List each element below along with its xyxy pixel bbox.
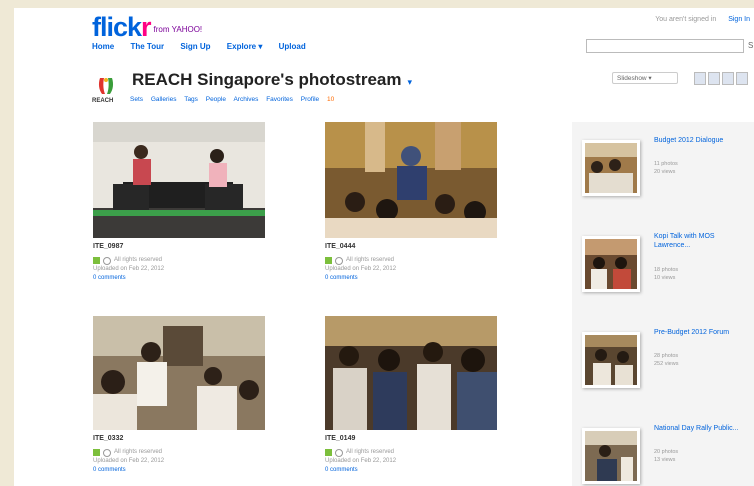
copyright-icon <box>103 448 111 457</box>
subnav-tags[interactable]: Tags <box>184 96 198 103</box>
top-links: You aren't signed in Sign In <box>655 16 750 23</box>
nav-explore[interactable]: Explore ▾ <box>227 42 263 51</box>
copyright-icon <box>335 256 343 265</box>
set-photo-count: 20 photos <box>654 449 679 455</box>
set-item[interactable]: Pre-Budget 2012 Forum 28 photos 252 view… <box>582 324 752 394</box>
license-icon <box>93 449 100 456</box>
set-title[interactable]: Budget 2012 Dialogue <box>654 136 750 145</box>
set-thumbnail[interactable] <box>582 428 640 484</box>
sign-in-link[interactable]: Sign In <box>728 16 750 23</box>
set-item[interactable]: Budget 2012 Dialogue 11 photos 20 views <box>582 132 752 202</box>
photo-title[interactable]: ITE_0149 <box>325 435 497 442</box>
more-share-icon[interactable] <box>736 72 748 85</box>
comments-link[interactable]: 0 comments <box>325 467 358 473</box>
upload-date: Uploaded on Feb 22, 2012 <box>325 458 397 464</box>
slideshow-button[interactable]: Slideshow ▾ <box>612 72 678 84</box>
photo-meta: All rights reserved Uploaded on Feb 22, … <box>93 256 265 283</box>
comments-link[interactable]: 0 comments <box>93 275 126 281</box>
photo-thumbnail[interactable] <box>93 316 265 430</box>
photo-item: ITE_0332 All rights reserved Uploaded on… <box>93 316 265 475</box>
copyright-icon <box>103 256 111 265</box>
set-title[interactable]: National Day Rally Public... <box>654 424 750 433</box>
set-item[interactable]: Kopi Talk with MOS Lawrence... 18 photos… <box>582 228 752 298</box>
comments-link[interactable]: 0 comments <box>93 467 126 473</box>
subnav-profile[interactable]: Profile <box>301 96 319 103</box>
nav-home[interactable]: Home <box>92 42 114 51</box>
set-photo-count: 18 photos <box>654 267 679 273</box>
photo-item: ITE_0987 All rights reserved Uploaded on… <box>93 122 265 283</box>
yahoo-tagline: from YAHOO! <box>153 25 203 34</box>
subnav-sets[interactable]: Sets <box>130 96 143 103</box>
subnav-archives[interactable]: Archives <box>233 96 258 103</box>
profile-subnav: Sets Galleries Tags People Archives Favo… <box>130 96 340 103</box>
facebook-share-icon[interactable] <box>708 72 720 85</box>
photo-item: ITE_0149 All rights reserved Uploaded on… <box>325 316 497 475</box>
search-input[interactable] <box>586 39 744 53</box>
license-icon <box>325 257 332 264</box>
copyright-icon <box>335 448 343 457</box>
reach-avatar[interactable] <box>94 74 122 100</box>
license-icon <box>93 257 100 264</box>
upload-date: Uploaded on Feb 22, 2012 <box>325 266 397 272</box>
flickr-logo[interactable]: flickr from YAHOO! <box>92 12 202 43</box>
license-text: All rights reserved <box>346 449 395 455</box>
browser-page: flickr from YAHOO! You aren't signed in S… <box>14 8 754 486</box>
photo-thumbnail[interactable] <box>325 122 497 238</box>
main-nav: Home The Tour Sign Up Explore ▾ Upload <box>92 42 320 51</box>
set-title[interactable]: Kopi Talk with MOS Lawrence... <box>654 232 750 250</box>
photo-title[interactable]: ITE_0332 <box>93 435 265 442</box>
subnav-galleries[interactable]: Galleries <box>151 96 177 103</box>
comments-link[interactable]: 0 comments <box>325 275 358 281</box>
license-text: All rights reserved <box>346 257 395 263</box>
sets-sidebar: Budget 2012 Dialogue 11 photos 20 views … <box>572 122 754 486</box>
set-view-count: 20 views <box>654 169 676 175</box>
photo-thumbnail[interactable] <box>93 122 265 238</box>
photostream-title: REACH Singapore's photostream <box>132 70 402 89</box>
set-view-count: 13 views <box>654 457 676 463</box>
page-title: REACH Singapore's photostream ▾ <box>132 70 412 90</box>
share-icons <box>694 72 748 85</box>
logo-text: flick <box>92 12 142 42</box>
license-text: All rights reserved <box>114 449 163 455</box>
subnav-people[interactable]: People <box>206 96 226 103</box>
twitter-share-icon[interactable] <box>722 72 734 85</box>
upload-date: Uploaded on Feb 22, 2012 <box>93 266 165 272</box>
logo-accent: r <box>141 12 151 42</box>
photo-meta: All rights reserved Uploaded on Feb 22, … <box>325 256 497 283</box>
signed-out-notice: You aren't signed in <box>655 16 717 23</box>
email-share-icon[interactable] <box>694 72 706 85</box>
nav-signup[interactable]: Sign Up <box>180 42 210 51</box>
set-photo-count: 11 photos <box>654 161 678 167</box>
set-item[interactable]: National Day Rally Public... 20 photos 1… <box>582 420 752 486</box>
set-view-count: 10 views <box>654 275 676 281</box>
set-photo-count: 28 photos <box>654 353 679 359</box>
set-view-count: 252 views <box>654 361 679 367</box>
subnav-count: 10 <box>326 96 335 103</box>
license-text: All rights reserved <box>114 257 163 263</box>
set-thumbnail[interactable] <box>582 140 640 196</box>
photo-title[interactable]: ITE_0444 <box>325 243 497 250</box>
photo-title[interactable]: ITE_0987 <box>93 243 265 250</box>
subnav-favorites[interactable]: Favorites <box>266 96 293 103</box>
set-thumbnail[interactable] <box>582 236 640 292</box>
search-button[interactable]: S <box>748 41 753 50</box>
license-icon <box>325 449 332 456</box>
set-title[interactable]: Pre-Budget 2012 Forum <box>654 328 750 337</box>
photo-meta: All rights reserved Uploaded on Feb 22, … <box>325 448 497 475</box>
reach-label: REACH <box>92 98 114 104</box>
nav-upload[interactable]: Upload <box>279 42 306 51</box>
title-menu-icon[interactable]: ▾ <box>407 77 412 87</box>
photo-thumbnail[interactable] <box>325 316 497 430</box>
photo-item: ITE_0444 All rights reserved Uploaded on… <box>325 122 497 283</box>
set-thumbnail[interactable] <box>582 332 640 388</box>
upload-date: Uploaded on Feb 22, 2012 <box>93 458 165 464</box>
nav-tour[interactable]: The Tour <box>130 42 164 51</box>
photo-meta: All rights reserved Uploaded on Feb 22, … <box>93 448 265 475</box>
